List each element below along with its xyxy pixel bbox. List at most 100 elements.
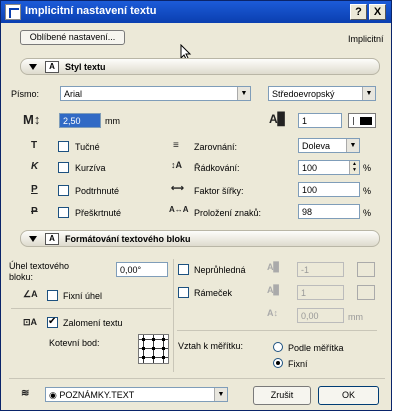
section-title: Formátování textového bloku: [65, 234, 191, 244]
help-button[interactable]: ?: [350, 4, 367, 20]
bold-icon: T: [31, 140, 38, 151]
frame-label: Rámeček: [194, 288, 233, 298]
divider: [177, 330, 377, 331]
bold-label: Tučné: [75, 142, 100, 152]
chevron-down-icon[interactable]: ▼: [362, 87, 375, 100]
section-text-style[interactable]: A Styl textu: [20, 58, 380, 75]
scale-option-label: Fixní: [288, 359, 308, 369]
app-icon: [5, 4, 21, 20]
chevron-down-icon[interactable]: ▼: [237, 87, 250, 100]
fixed-angle-label: Fixní úhel: [63, 291, 103, 301]
fill-pen-icon: A▊: [267, 262, 281, 272]
italic-checkbox[interactable]: [58, 162, 69, 173]
width-label: Faktor šířky:: [194, 186, 244, 196]
window-title: Implicitní nastavení textu: [25, 5, 157, 17]
text-style-icon: A: [45, 61, 59, 73]
angle-input[interactable]: 0,00°: [116, 262, 168, 277]
fill-pen-input[interactable]: -1: [297, 262, 344, 277]
charset-select[interactable]: Středoevropský ▼: [268, 86, 376, 101]
width-factor-icon: ⟷: [171, 183, 184, 193]
align-label: Zarovnání:: [194, 142, 238, 152]
ok-button[interactable]: OK: [318, 386, 379, 405]
opaque-checkbox[interactable]: [178, 264, 189, 275]
opaque-label: Neprůhledná: [194, 265, 246, 275]
fill-color-button[interactable]: [357, 262, 375, 277]
eye-icon: ◉: [49, 390, 60, 400]
angle-label-2: bloku:: [9, 272, 34, 282]
size-input[interactable]: 2,50: [59, 113, 101, 128]
frame-color-button[interactable]: [357, 285, 375, 300]
underline-checkbox[interactable]: [58, 185, 69, 196]
section-title: Styl textu: [65, 62, 106, 72]
charset-value: Středoevropský: [272, 89, 335, 99]
percent-label: %: [363, 208, 372, 218]
text-size-icon: M↕: [23, 112, 41, 127]
layers-icon: ≋: [21, 388, 30, 399]
spacing-icon: A↔A: [169, 205, 189, 214]
wrap-text-icon: ⊡A: [23, 317, 38, 327]
cancel-button[interactable]: Zrušit: [253, 386, 311, 405]
frame-checkbox[interactable]: [178, 287, 189, 298]
underline-label: Podtrhnuté: [75, 186, 120, 196]
frame-offset-input[interactable]: 0,00: [297, 308, 344, 323]
title-bar[interactable]: Implicitní nastavení textu ? X: [1, 1, 391, 23]
fixed-angle-icon: ∠A: [23, 289, 38, 299]
italic-icon: K: [31, 161, 39, 172]
divider: [9, 378, 385, 379]
anchor-label: Kotevní bod:: [49, 338, 100, 348]
scale-radio-fixed[interactable]: [273, 358, 283, 368]
leading-icon: ↕A: [171, 160, 182, 170]
leading-input[interactable]: 100 ▲ ▼: [298, 160, 360, 175]
close-button[interactable]: X: [369, 4, 386, 20]
underline-icon: P: [31, 184, 38, 195]
font-label: Písmo:: [11, 89, 40, 99]
align-icon: ≡: [173, 140, 179, 151]
chevron-down-icon[interactable]: ▼: [346, 139, 359, 152]
scale-radio-by-scale[interactable]: [273, 342, 283, 352]
bold-checkbox[interactable]: [58, 141, 69, 152]
font-select[interactable]: Arial ▼: [60, 86, 251, 101]
spacing-input[interactable]: 98: [298, 204, 360, 219]
percent-label: %: [363, 186, 372, 196]
anchor-point-grid[interactable]: [138, 334, 169, 364]
collapse-triangle-icon[interactable]: [29, 64, 37, 70]
strikethrough-label: Přeškrtnuté: [75, 208, 122, 218]
leading-value: 100: [302, 163, 318, 173]
strikethrough-checkbox[interactable]: [58, 207, 69, 218]
frame-offset-icon: A↕: [267, 308, 278, 318]
width-input[interactable]: 100: [298, 182, 360, 197]
dialog-window: Implicitní nastavení textu ? X Oblíbené …: [0, 0, 392, 411]
size-unit: mm: [105, 116, 120, 126]
anchor-grid-icon: [139, 335, 168, 363]
text-pen-icon: A▊: [269, 112, 287, 126]
frame-pen-icon: A▊: [267, 285, 281, 295]
wrap-text-checkbox[interactable]: [47, 316, 58, 328]
italic-label: Kurzíva: [75, 163, 106, 173]
wrap-text-label: Zalomení textu: [63, 318, 123, 328]
offset-unit: mm: [348, 312, 363, 322]
strikethrough-icon: P: [31, 206, 38, 217]
layer-value: POZNÁMKY.TEXT: [59, 390, 135, 400]
percent-label: %: [363, 163, 372, 173]
collapse-triangle-icon[interactable]: [29, 236, 37, 242]
text-block-icon: A: [45, 233, 59, 245]
scale-option-label: Podle měřítka: [288, 343, 344, 353]
pen-input[interactable]: 1: [298, 113, 342, 128]
chevron-down-icon[interactable]: ▼: [214, 388, 227, 401]
default-label: Implicitní: [348, 34, 384, 44]
font-value: Arial: [64, 89, 83, 99]
section-text-block[interactable]: A Formátování textového bloku: [20, 230, 380, 247]
leading-label: Řádkování:: [194, 163, 240, 173]
angle-label: Úhel textového: [9, 261, 70, 271]
layer-select[interactable]: ◉ POZNÁMKY.TEXT ▼: [45, 387, 228, 402]
spacing-label: Proložení znaků:: [194, 208, 262, 218]
fixed-angle-checkbox[interactable]: [47, 290, 58, 301]
align-value: Doleva: [302, 141, 331, 151]
pen-color-button[interactable]: [348, 113, 376, 128]
favorites-button[interactable]: Oblíbené nastavení...: [20, 30, 125, 45]
column-divider: [173, 259, 174, 372]
align-select[interactable]: Doleva ▼: [298, 138, 360, 153]
divider: [11, 308, 171, 309]
leading-spinner[interactable]: ▲ ▼: [349, 161, 359, 174]
frame-pen-input[interactable]: 1: [297, 285, 344, 300]
